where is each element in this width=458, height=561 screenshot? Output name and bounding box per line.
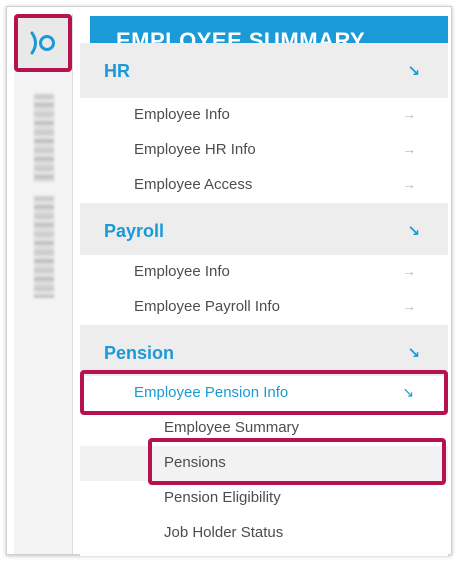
- navigation-panel: EMPLOYEE SUMMARY HR ↘ Employee Info → Em…: [80, 16, 448, 556]
- banner-title: EMPLOYEE SUMMARY: [116, 28, 366, 44]
- nav-item-label: Employee Access: [134, 176, 253, 193]
- arrow-right-icon: →: [402, 298, 416, 314]
- sub-item-label: Job Holder Status: [164, 524, 284, 541]
- nav-item-payroll-employee-info[interactable]: Employee Info →: [80, 255, 448, 291]
- section-header-pension[interactable]: Pension ↘: [80, 325, 448, 381]
- jo-logo-icon: [30, 31, 55, 55]
- nav-item-label: Employee Payroll Info: [134, 298, 280, 315]
- expand-arrow-icon: ↘: [407, 345, 420, 362]
- section-header-payroll[interactable]: Payroll ↘: [80, 203, 448, 259]
- section-title-hr: HR: [104, 61, 130, 81]
- sub-item-label: Pensions: [164, 454, 226, 471]
- arrow-right-icon: →: [402, 141, 416, 157]
- arrow-right-icon: →: [402, 176, 416, 192]
- left-rail: [14, 14, 73, 554]
- nav-item-employee-info[interactable]: Employee Info →: [80, 98, 448, 134]
- nav-item-label: Employee Info: [134, 263, 230, 280]
- expand-arrow-icon: ↘: [402, 384, 414, 400]
- arrow-right-icon: →: [402, 263, 416, 279]
- sub-item-pension-eligibility[interactable]: Pension Eligibility: [80, 481, 448, 516]
- nav-item-label: Employee HR Info: [134, 141, 256, 158]
- blurred-user-name: [34, 94, 54, 182]
- page-banner: EMPLOYEE SUMMARY: [90, 16, 448, 44]
- sub-item-job-holder-status[interactable]: Job Holder Status: [80, 516, 448, 551]
- arrow-right-icon: →: [402, 106, 416, 122]
- nav-item-label: Employee Pension Info: [134, 384, 289, 401]
- app-logo-button[interactable]: [14, 14, 72, 72]
- sub-item-pensions[interactable]: Pensions: [80, 446, 448, 481]
- sub-item-label: Employee Summary: [164, 419, 300, 436]
- sub-item-employee-summary[interactable]: Employee Summary: [80, 411, 448, 446]
- section-header-hr[interactable]: HR ↘: [80, 43, 448, 99]
- expand-arrow-icon: ↘: [407, 223, 420, 240]
- section-title-payroll: Payroll: [104, 221, 165, 241]
- blurred-company-name: [34, 196, 54, 298]
- nav-item-employee-payroll-info[interactable]: Employee Payroll Info →: [80, 290, 448, 326]
- nav-item-employee-access[interactable]: Employee Access →: [80, 168, 448, 204]
- expand-arrow-icon: ↘: [407, 63, 420, 80]
- nav-item-label: Employee Info: [134, 106, 230, 123]
- section-title-pension: Pension: [104, 343, 175, 363]
- nav-item-employee-hr-info[interactable]: Employee HR Info →: [80, 133, 448, 169]
- nav-item-employee-pension-info[interactable]: Employee Pension Info ↘: [80, 376, 448, 411]
- sub-item-label: Pension Eligibility: [164, 489, 281, 506]
